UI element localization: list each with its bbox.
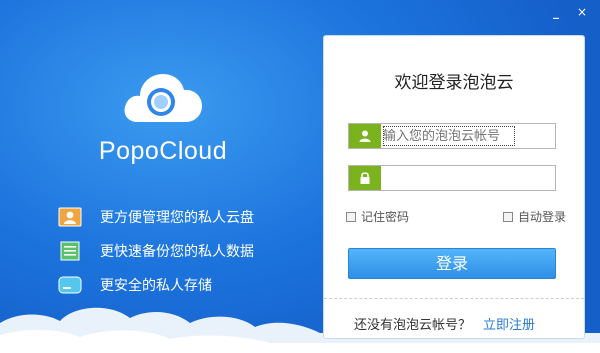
feature-label: 更方便管理您的私人云盘	[100, 210, 254, 226]
register-prompt: 还没有泡泡云帐号？ 立即注册	[354, 314, 535, 333]
password-input[interactable]	[381, 166, 555, 190]
password-field	[348, 165, 556, 191]
brand-name: PopoCloud	[98, 137, 228, 165]
close-button[interactable]: ×	[576, 6, 588, 18]
no-account-text: 还没有泡泡云帐号？	[354, 318, 472, 333]
login-options: 记住密码 自动登录	[346, 208, 566, 225]
checkbox-box[interactable]	[346, 211, 356, 222]
login-title: 欢迎登录泡泡云	[394, 73, 514, 93]
remember-password-label: 记住密码	[361, 210, 410, 224]
login-window: _ × PopoCloud 更方便管理您的私人云盘 更快速备份您的私人数据 更安…	[0, 0, 600, 353]
feature-item: 更快速备份您的私人数据	[58, 234, 254, 268]
remember-password-checkbox[interactable]: 记住密码	[346, 208, 409, 225]
user-icon	[349, 124, 381, 148]
register-link[interactable]: 立即注册	[483, 314, 535, 333]
feature-label: 更快速备份您的私人数据	[100, 244, 254, 260]
auto-login-label: 自动登录	[517, 210, 566, 224]
user-card-icon	[58, 207, 82, 227]
auto-login-checkbox[interactable]: 自动登录	[502, 208, 566, 225]
divider	[324, 298, 584, 299]
window-controls: _ ×	[550, 6, 588, 18]
lock-icon	[349, 166, 381, 190]
minimize-button[interactable]: _	[550, 6, 562, 18]
login-button[interactable]: 登录	[348, 248, 556, 279]
checkbox-box[interactable]	[502, 211, 513, 222]
login-panel: 欢迎登录泡泡云 记住密码	[323, 35, 585, 339]
document-icon	[58, 241, 82, 261]
username-field	[348, 123, 556, 149]
feature-item: 更方便管理您的私人云盘	[58, 200, 254, 234]
username-input[interactable]	[381, 124, 555, 148]
cloud-logo-icon	[124, 74, 202, 122]
